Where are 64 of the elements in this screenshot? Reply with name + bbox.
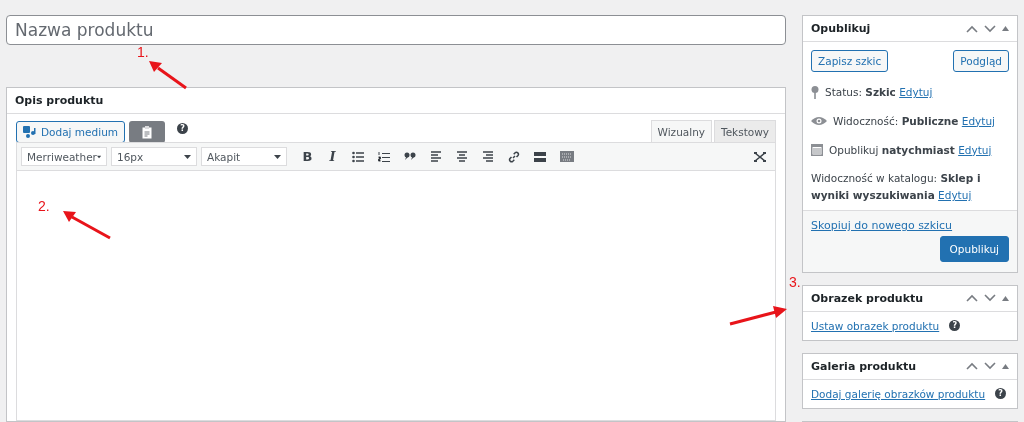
add-media-button[interactable]: Dodaj medium (16, 121, 126, 143)
copy-draft-link[interactable]: Skopiuj do nowego szkicu (811, 219, 953, 232)
help-icon[interactable]: ? (177, 123, 189, 134)
annotation-arrow (148, 60, 188, 90)
chevron-down-icon[interactable] (984, 294, 996, 303)
panel-title: Obrazek produktu (811, 292, 925, 305)
collapse-icon[interactable] (1002, 26, 1009, 31)
caret-icon (96, 154, 101, 159)
chevron-up-icon[interactable] (966, 362, 978, 371)
dropdown[interactable]: 16px (111, 147, 197, 166)
publish-button[interactable]: Opublikuj (939, 236, 1009, 262)
quote-icon[interactable] (404, 150, 416, 163)
bullet-list-icon[interactable] (352, 150, 364, 163)
read-more-icon[interactable] (534, 150, 546, 163)
chevron-down-icon[interactable] (984, 24, 996, 33)
save-draft-button[interactable]: Zapisz szkic (811, 50, 889, 72)
publish-setting-text: Opublikuj natychmiast Edytuj (829, 142, 992, 158)
edit-link[interactable]: Edytuj (961, 114, 995, 127)
collapse-icon[interactable] (1002, 364, 1009, 369)
dropdown[interactable]: Merriweather (21, 147, 107, 166)
publish-setting-text: Status: Szkic Edytuj (825, 85, 933, 100)
edit-link[interactable]: Edytuj (938, 189, 972, 202)
link-icon[interactable] (508, 150, 520, 163)
editor-tab[interactable]: Tekstowy (714, 120, 776, 143)
collapse-icon[interactable] (1002, 296, 1009, 301)
annotation-arrow (728, 306, 788, 326)
eye-icon (811, 116, 827, 127)
panel-link[interactable]: Ustaw obrazek produktu (811, 320, 940, 332)
dropdown[interactable]: Akapit (201, 147, 287, 166)
keyboard-icon[interactable] (560, 150, 574, 163)
align-center-icon[interactable] (456, 150, 468, 163)
annotation-number: 1. (137, 44, 149, 60)
publish-setting-text: Widoczność: Publiczne Edytuj (833, 113, 995, 129)
chevron-up-icon[interactable] (966, 24, 978, 33)
publish-setting-text: Widoczność w katalogu: Sklep i wyniki wyszukiwania Edytuj (811, 171, 982, 204)
bold-button[interactable]: B (297, 147, 318, 166)
panel-title: Galeria produktu (811, 360, 918, 373)
editor-tab[interactable]: Wizualny (650, 120, 712, 143)
align-right-icon[interactable] (482, 150, 494, 163)
align-left-icon[interactable] (430, 150, 442, 163)
fullscreen-icon[interactable] (754, 151, 766, 162)
help-icon[interactable]: ? (995, 388, 1007, 400)
product-name-field[interactable]: Nazwa produktu (6, 15, 786, 45)
preview-button[interactable]: Podgląd (953, 50, 1009, 72)
pin-icon (811, 85, 819, 99)
edit-link[interactable]: Edytuj (958, 143, 992, 156)
edit-link[interactable]: Edytuj (899, 86, 933, 98)
numbered-list-icon[interactable] (378, 150, 390, 163)
annotation-number: 3. (789, 274, 801, 290)
annotation-number: 2. (38, 198, 50, 214)
panel-title: Opublikuj (811, 22, 872, 35)
panel-link[interactable]: Dodaj galerię obrazków produktu (811, 388, 986, 400)
help-icon[interactable]: ? (949, 320, 961, 332)
chevron-down-icon[interactable] (984, 362, 996, 371)
caret-icon (184, 154, 191, 159)
clipboard-icon (142, 125, 153, 139)
chevron-up-icon[interactable] (966, 294, 978, 303)
panel-title: Opis produktu (15, 94, 105, 107)
clipboard-button[interactable] (129, 121, 166, 143)
italic-button[interactable]: I (322, 147, 343, 166)
media-icon (23, 126, 37, 138)
annotation-arrow (62, 210, 112, 240)
calendar-icon (811, 143, 823, 157)
caret-icon (274, 154, 281, 159)
